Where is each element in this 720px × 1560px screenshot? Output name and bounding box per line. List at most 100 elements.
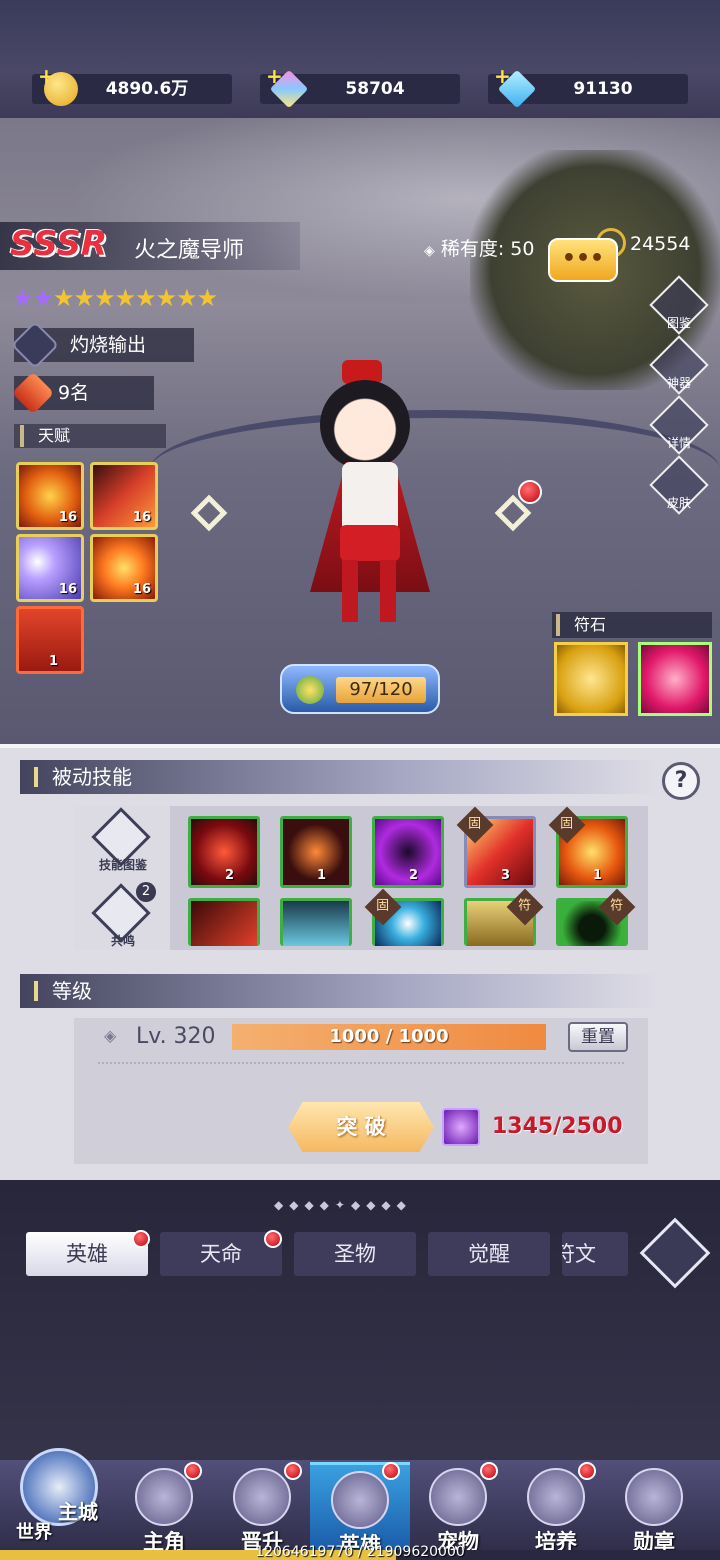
exp-label: 97/120 — [336, 677, 426, 703]
skin-label: 皮肤 — [666, 496, 691, 510]
breakthrough-button[interactable]: 突 破 — [288, 1102, 434, 1152]
nav-main-city[interactable]: 主城 世界 — [6, 1436, 112, 1546]
fixed-badge-label: 固 — [468, 816, 482, 832]
diamond-value: 58704 — [345, 79, 405, 99]
passive-skill-void[interactable]: 2 — [372, 816, 444, 888]
gold-star-icon: ★★★★★★★★ — [53, 284, 218, 312]
hero-notification-dot — [382, 1462, 400, 1480]
passive-skill-demon[interactable]: 2 — [188, 816, 260, 888]
rarity-score-value: 50 — [510, 238, 535, 260]
talent-level: 16 — [132, 510, 151, 525]
skill-level: 3 — [501, 868, 511, 883]
shorts — [340, 525, 400, 561]
artifact-label: 神器 — [666, 376, 691, 390]
talent-arcane-swirl[interactable]: 16 — [16, 534, 84, 602]
ornament-divider: ◆◆◆◆✦◆◆◆◆ — [274, 1198, 412, 1212]
gold-value: 4890.6万 — [105, 79, 189, 99]
skill-level: 1 — [593, 868, 603, 883]
pet-icon — [429, 1468, 487, 1526]
runestone-title: 符石 — [556, 614, 606, 636]
tab-awaken[interactable]: 觉醒 — [428, 1232, 550, 1276]
runestone-rainbow-icon[interactable] — [638, 642, 712, 716]
skill-level: 2 — [409, 868, 419, 883]
shirt — [342, 462, 398, 532]
left-boot — [342, 560, 358, 622]
train-icon — [527, 1468, 585, 1526]
skill-level: 1 — [317, 868, 327, 883]
breakthrough-cost: 1345/2500 — [492, 1114, 623, 1139]
tab-hero[interactable]: 英雄 — [26, 1232, 148, 1276]
upgrade-arrow-icon — [296, 676, 324, 704]
talent-fire-hat[interactable]: 1 — [16, 606, 84, 674]
passive-skill-ice[interactable] — [280, 898, 352, 946]
pet-notification-dot — [480, 1462, 498, 1480]
level-exp-bar: 1000 / 1000 — [232, 1024, 546, 1050]
hero-character[interactable] — [290, 350, 450, 640]
hero-stars: ★★★★★★★★★★ — [12, 284, 218, 312]
role-label: 灼烧输出 — [70, 334, 147, 356]
skill-level: 2 — [225, 868, 235, 883]
resonance-badge: 2 — [136, 882, 156, 902]
level-header: 等级 — [20, 974, 660, 1008]
rarity-score-label: 稀有度: — [440, 238, 505, 260]
tab-relic[interactable]: 圣物 — [294, 1232, 416, 1276]
tab-rune[interactable]: 符文 — [562, 1232, 628, 1276]
passive-skill-flame-ring[interactable]: 1 — [280, 816, 352, 888]
talent-level: 1 — [49, 654, 59, 669]
medal-icon — [625, 1468, 683, 1526]
level-divider — [98, 1062, 624, 1064]
progress-label: 12064619770 / 21909620000 — [255, 1544, 465, 1560]
rune-badge-label: 符 — [518, 898, 532, 914]
rank-label: 9名 — [58, 382, 90, 404]
chat-bubble-icon[interactable]: ••• — [548, 238, 618, 282]
codex-label: 图鉴 — [666, 316, 691, 330]
reset-button[interactable]: 重置 — [568, 1022, 628, 1052]
purple-star-icon: ★★ — [12, 284, 54, 312]
hero-helmet-icon — [331, 1471, 389, 1529]
rune-badge-label: 符 — [610, 898, 624, 914]
promote-notification-dot — [284, 1462, 302, 1480]
runestone-gold-icon[interactable] — [554, 642, 628, 716]
level-value: Lv. 320 — [136, 1024, 216, 1049]
add-crystal-icon[interactable]: + — [494, 64, 511, 88]
hero-tab-notification-dot — [132, 1230, 150, 1248]
protagonist-icon — [135, 1468, 193, 1526]
talent-meteor[interactable]: 16 — [90, 462, 158, 530]
train-notification-dot — [578, 1462, 596, 1480]
purple-orb-icon — [442, 1108, 480, 1146]
hero-name: 火之魔导师 — [134, 238, 245, 263]
crystal-value: 91130 — [573, 79, 633, 99]
nav-medal[interactable]: 勋章 — [604, 1462, 704, 1554]
talent-fireball[interactable]: 16 — [16, 462, 84, 530]
power-value: 24554 — [630, 233, 691, 255]
diamond-outline-icon: ◈ — [424, 243, 435, 259]
level-title: 等级 — [52, 979, 92, 1003]
fixed-badge-label: 固 — [376, 898, 390, 914]
head — [320, 380, 410, 470]
passive-skill-claw[interactable] — [188, 898, 260, 946]
talent-phoenix[interactable]: 16 — [90, 534, 158, 602]
protagonist-notification-dot — [184, 1462, 202, 1480]
right-boot — [380, 560, 396, 622]
talent-level: 16 — [58, 510, 77, 525]
destiny-tab-notification-dot — [264, 1230, 282, 1248]
talent-title: 天赋 — [20, 425, 70, 447]
resonance-label: 共鸣 — [110, 934, 135, 948]
talent-level: 16 — [132, 582, 151, 597]
details-label: 详情 — [666, 436, 691, 450]
rarity-badge: SSSR — [10, 224, 108, 264]
main-city-label: 主城 — [58, 1500, 98, 1524]
promote-icon — [233, 1468, 291, 1526]
add-diamond-icon[interactable]: + — [266, 64, 283, 88]
talent-level: 16 — [58, 582, 77, 597]
passive-skills-title: 被动技能 — [52, 765, 132, 789]
rarity-score: ◈ 稀有度: 50 — [424, 234, 534, 261]
skill-codex-label: 技能图鉴 — [98, 858, 147, 872]
passive-skills-header: 被动技能 — [20, 760, 660, 794]
help-icon[interactable]: ? — [662, 762, 700, 800]
add-gold-icon[interactable]: + — [38, 64, 55, 88]
fixed-badge-label: 固 — [560, 816, 574, 832]
world-label: 世界 — [16, 1522, 52, 1543]
level-diamond-icon: ◈ — [104, 1026, 117, 1045]
next-hero-notification-dot — [518, 480, 542, 504]
